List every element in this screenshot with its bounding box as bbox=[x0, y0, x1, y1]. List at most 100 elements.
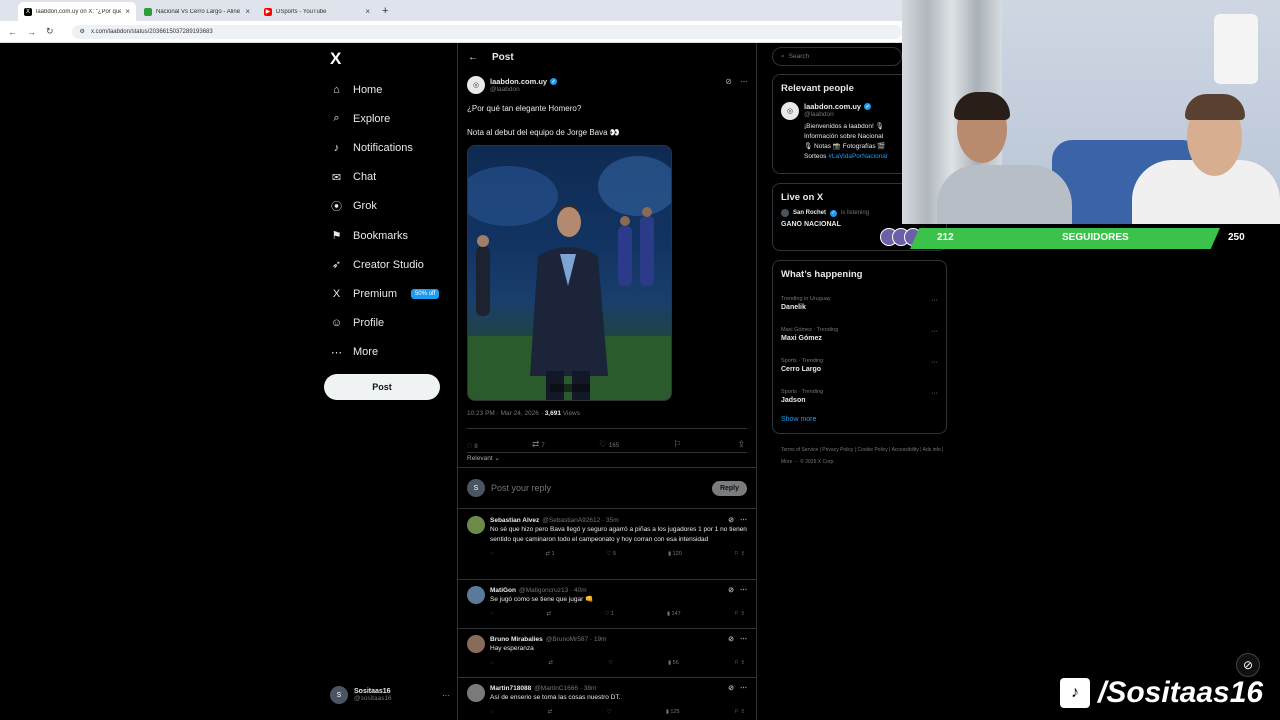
reply-author-name[interactable]: Martin718088 bbox=[490, 685, 531, 692]
repost-action[interactable]: ⇄ bbox=[548, 709, 553, 715]
nav-item-chat[interactable]: ✉ Chat bbox=[330, 163, 439, 192]
more-icon[interactable]: ··· bbox=[931, 390, 938, 397]
views-action[interactable]: ▮ 120 bbox=[668, 551, 682, 557]
more-icon[interactable]: ⋯ bbox=[740, 635, 747, 643]
grok-icon[interactable]: ⊘ bbox=[725, 77, 732, 86]
like-action[interactable]: ♡ bbox=[608, 660, 613, 666]
reply-item[interactable]: MatiGon @Matigoncruz13 · 40m ⊘ ⋯ Se jugó com… bbox=[458, 580, 756, 629]
repost-action[interactable]: ⇄ bbox=[548, 660, 553, 666]
share-icon[interactable]: ⇪ bbox=[740, 551, 745, 557]
post-photo[interactable] bbox=[467, 145, 672, 401]
reply-topbar: ⊘ ⋯ bbox=[728, 684, 747, 692]
post-time[interactable]: 10:23 PM · Mar 24, 2026 · bbox=[467, 410, 543, 417]
more-icon[interactable]: ⋯ bbox=[740, 516, 747, 524]
more-icon[interactable]: ··· bbox=[442, 691, 450, 700]
nav-item-creator-studio[interactable]: ➶ Creator Studio bbox=[330, 250, 439, 279]
nav-item-premium[interactable]: X Premium 50% off bbox=[330, 279, 440, 308]
avatar[interactable] bbox=[467, 635, 485, 653]
close-icon[interactable]: × bbox=[365, 7, 370, 16]
post-button[interactable]: Post bbox=[324, 374, 440, 400]
more-icon[interactable]: ··· bbox=[931, 297, 938, 304]
close-icon[interactable]: × bbox=[125, 7, 130, 16]
share-icon[interactable]: ⇪ bbox=[740, 709, 745, 715]
search-input[interactable]: ⌕ Search bbox=[772, 47, 902, 66]
repost-action[interactable]: ⇄ 1 bbox=[545, 551, 554, 557]
grok-icon[interactable]: ⊘ bbox=[728, 635, 734, 643]
more-icon[interactable]: ··· bbox=[931, 328, 938, 335]
views-action[interactable]: ▮ 125 bbox=[666, 709, 680, 715]
reply-sort-dropdown[interactable]: Relevant ⌄ bbox=[467, 452, 747, 462]
account-switcher[interactable]: S Sositaas16 @sositaas16 ··· bbox=[330, 686, 450, 704]
reply-action[interactable]: ◌ 8 bbox=[467, 440, 478, 450]
grok-float-icon[interactable]: ⊘ bbox=[1236, 653, 1260, 677]
back-arrow-icon[interactable]: ← bbox=[8, 27, 17, 37]
person-name[interactable]: laabdon.com.uy bbox=[804, 102, 861, 111]
trend-item[interactable]: Sports · Trending Cerro Largo ··· bbox=[773, 350, 946, 381]
more-icon[interactable]: ··· bbox=[931, 359, 938, 366]
nav-item-more[interactable]: ⋯ More bbox=[330, 338, 439, 367]
reload-icon[interactable]: ↻ bbox=[46, 26, 54, 37]
reply-author-handle: @SebastianA92612 · 35m bbox=[542, 516, 619, 524]
reply-input[interactable]: Post your reply bbox=[491, 483, 706, 493]
hashtag-link[interactable]: #LaVidaPorNacional bbox=[828, 153, 887, 160]
more-icon[interactable]: ⋯ bbox=[740, 684, 747, 692]
new-tab-button[interactable]: + bbox=[378, 2, 392, 21]
reply-icon[interactable]: ◌ bbox=[490, 660, 493, 666]
reply-author-name[interactable]: MatiGon bbox=[490, 587, 516, 594]
nav-item-notifications[interactable]: ♪ Notifications bbox=[330, 133, 439, 162]
nav-item-home[interactable]: ⌂ Home bbox=[330, 75, 439, 104]
grok-icon[interactable]: ⊘ bbox=[728, 516, 734, 524]
author-name[interactable]: laabdon.com.uy bbox=[490, 77, 547, 86]
trend-item[interactable]: Sports · Trending Jadson ··· bbox=[773, 381, 946, 412]
reply-icon[interactable]: ◌ bbox=[490, 709, 493, 715]
reply-author-name[interactable]: Sebastian Alvez bbox=[490, 517, 539, 524]
nav-item-grok[interactable]: ⦿ Grok bbox=[330, 192, 439, 221]
forward-arrow-icon[interactable]: → bbox=[27, 27, 36, 37]
site-info-icon[interactable]: ⚙ bbox=[80, 28, 85, 35]
reply-icon[interactable]: ◌ bbox=[490, 551, 493, 557]
show-more-link[interactable]: Show more bbox=[773, 412, 946, 427]
repost-action[interactable]: ⇄ 7 bbox=[532, 439, 545, 450]
avatar[interactable] bbox=[467, 684, 485, 702]
url-field[interactable]: ⚙ x.com/laabdon/status/20366150372891936… bbox=[71, 24, 902, 39]
share-icon[interactable]: ⇪ bbox=[740, 660, 745, 666]
more-icon[interactable]: ⋯ bbox=[740, 586, 747, 594]
like-action[interactable]: ♡ 1 bbox=[604, 611, 614, 617]
share-icon[interactable]: ⇪ bbox=[737, 439, 745, 450]
repost-action[interactable]: ⇄ bbox=[546, 611, 551, 617]
grok-icon[interactable]: ⊘ bbox=[728, 586, 734, 594]
reply-item[interactable]: Martin718088 @MartinC1666 · 38m ⊘ ⋯ Así de e… bbox=[458, 678, 756, 720]
like-action[interactable]: ♡ bbox=[607, 709, 612, 715]
views-action[interactable]: ▮ 147 bbox=[667, 611, 681, 617]
like-action[interactable]: ♡ 5 bbox=[607, 551, 617, 557]
reply-item[interactable]: Sebastian Alvez @SebastianA92612 · 35m ⊘ ⋯ N… bbox=[458, 510, 756, 580]
reply-text: Hay esperanza bbox=[490, 645, 534, 652]
avatar[interactable] bbox=[467, 516, 485, 534]
author-avatar[interactable]: ◎ bbox=[467, 76, 485, 94]
views-action[interactable]: ▮ 56 bbox=[668, 660, 679, 666]
avatar[interactable] bbox=[467, 586, 485, 604]
nav-item-profile[interactable]: ☺ Profile bbox=[330, 309, 439, 338]
browser-tab[interactable]: Xlaabdon.com.uy on X: "¿Por qué × bbox=[18, 2, 136, 21]
trend-item[interactable]: Maxi Gómez · Trending Maxi Gómez ··· bbox=[773, 319, 946, 350]
reply-author-name[interactable]: Bruno Mirabalies bbox=[490, 636, 543, 643]
nav-item-bookmarks[interactable]: ⚑ Bookmarks bbox=[330, 221, 439, 250]
more-icon[interactable]: ⋯ bbox=[740, 77, 748, 86]
close-icon[interactable]: × bbox=[245, 7, 250, 16]
footer-links[interactable]: Terms of Service | Privacy Policy | Cook… bbox=[781, 444, 951, 468]
back-arrow-icon[interactable]: ← bbox=[468, 52, 478, 63]
heart-icon: ♡ bbox=[606, 709, 612, 715]
x-logo[interactable]: X bbox=[330, 49, 341, 69]
share-icon[interactable]: ⇪ bbox=[740, 611, 745, 617]
like-action[interactable]: ♡ 165 bbox=[599, 439, 619, 450]
trend-item[interactable]: Trending in Uruguay Danelik ··· bbox=[773, 288, 946, 319]
browser-tab[interactable]: Nacional Vs Cerro Largo - Alinê × bbox=[138, 2, 256, 21]
nav-item-explore[interactable]: ⌕ Explore bbox=[330, 104, 439, 133]
grok-icon[interactable]: ⊘ bbox=[728, 684, 734, 692]
reply-item[interactable]: Bruno Mirabalies @BrunoMr587 · 19m ⊘ ⋯ Hay e… bbox=[458, 629, 756, 678]
browser-tab[interactable]: ▶ DSports - YouTube × bbox=[258, 2, 376, 21]
reply-button[interactable]: Reply bbox=[711, 480, 747, 496]
reply-icon[interactable]: ◌ bbox=[490, 611, 493, 617]
post-author[interactable]: ◎ laabdon.com.uy ✓ @laabdon bbox=[467, 76, 558, 94]
bookmark-icon[interactable]: ⚐ bbox=[673, 439, 681, 450]
